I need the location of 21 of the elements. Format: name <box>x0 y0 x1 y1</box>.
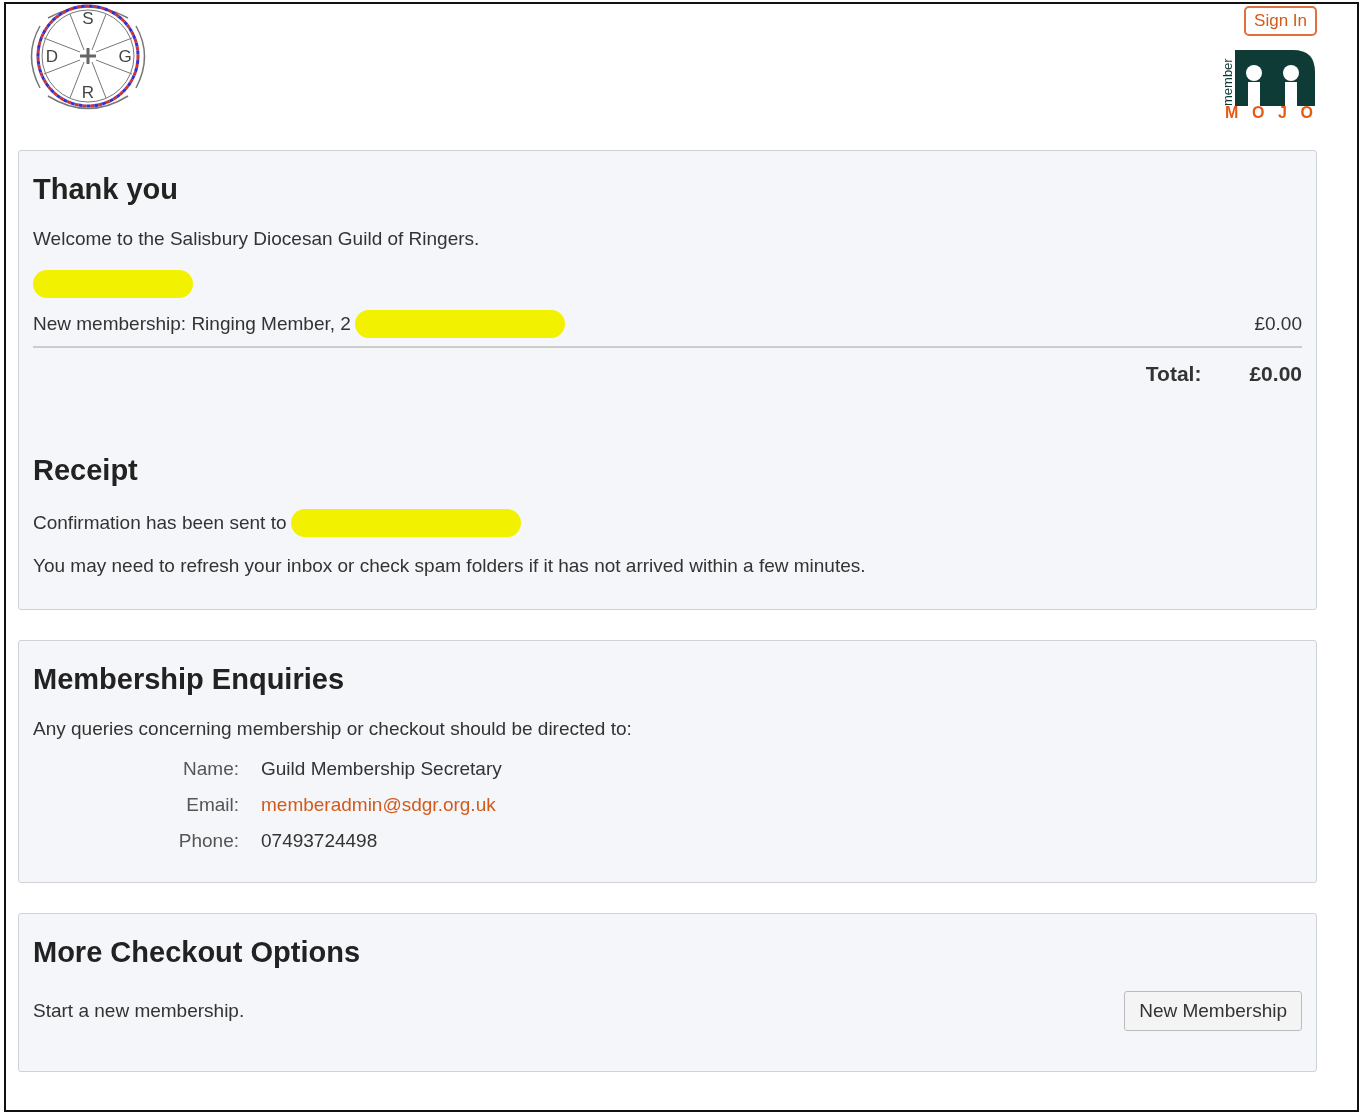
section-title: More Checkout Options <box>33 936 362 969</box>
line-description: New membership: Ringing Member, 2 <box>33 313 351 335</box>
receipt-note: You may need to refresh your inbox or check spam folders if it has not arrived within a few minutes. <box>33 555 867 577</box>
contact-label: Phone: <box>177 830 239 852</box>
section-title: Thank you <box>33 173 179 206</box>
email-link[interactable]: memberadmin@sdgr.org.uk <box>261 794 496 815</box>
line-amount: £0.00 <box>1254 313 1302 335</box>
welcome-text: Welcome to the Salisbury Diocesan Guild of Ringers. <box>33 228 481 250</box>
sign-in-button[interactable]: Sign In <box>1244 6 1317 36</box>
total-amount: £0.00 <box>1249 362 1302 386</box>
new-membership-button[interactable]: New Membership <box>1124 991 1302 1031</box>
section-title: Receipt <box>33 454 139 487</box>
checkout-text: Start a new membership. <box>33 1000 245 1022</box>
confirmation-text: Confirmation has been sent to <box>33 512 287 534</box>
total-label: Total: <box>1145 362 1202 386</box>
enquiries-intro: Any queries concerning membership or checkout should be directed to: <box>33 718 633 740</box>
contact-label: Email: <box>185 794 239 816</box>
contact-value: Guild Membership Secretary <box>261 758 502 779</box>
section-title: Membership Enquiries <box>33 663 345 696</box>
contact-value: 07493724498 <box>261 830 378 851</box>
contact-label: Name: <box>182 758 239 780</box>
